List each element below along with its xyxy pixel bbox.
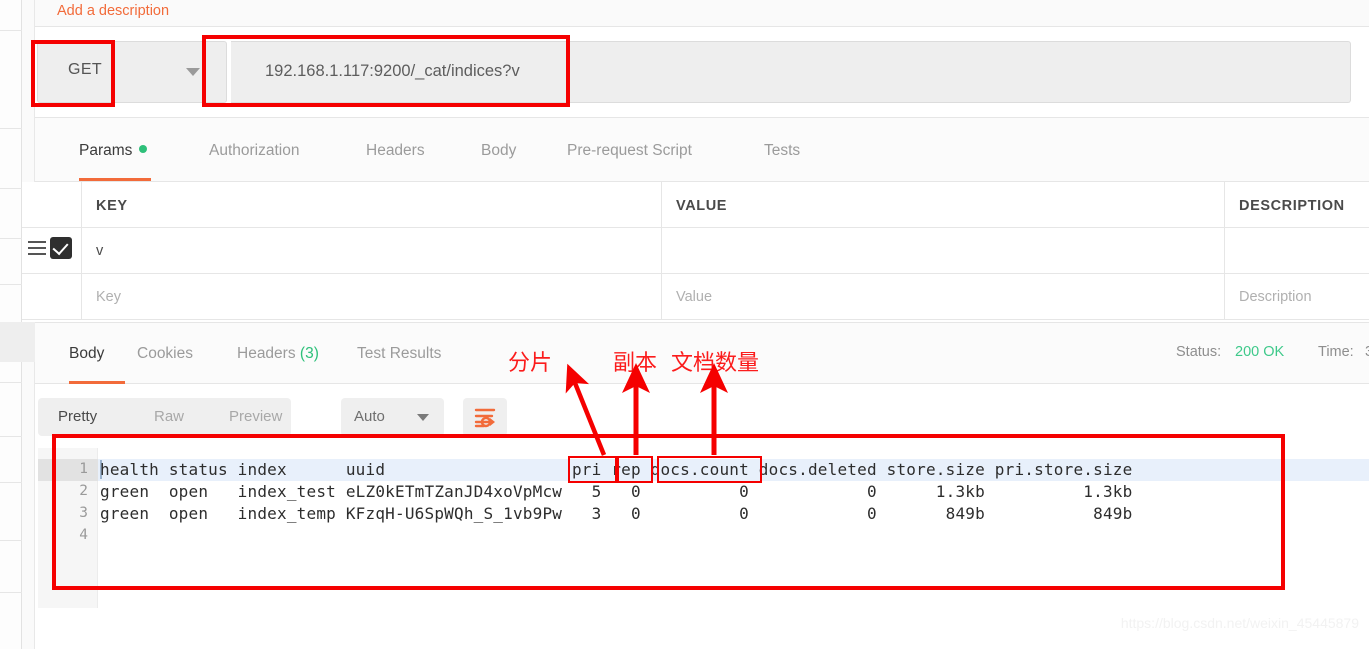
params-header-description: DESCRIPTION <box>1225 182 1369 228</box>
tab-params[interactable]: Params <box>79 142 148 160</box>
annotation-box-rep <box>617 456 653 483</box>
params-newrow-value[interactable]: Value <box>662 274 1225 320</box>
add-description-link[interactable]: Add a description <box>57 3 169 19</box>
chevron-down-icon <box>417 414 429 421</box>
view-mode-pretty[interactable]: Pretty <box>58 408 97 425</box>
format-select[interactable]: Auto <box>341 398 444 436</box>
response-headers-count: (3) <box>299 345 319 362</box>
params-header-value: VALUE <box>662 182 1225 228</box>
annotation-label-replica: 副本 <box>613 351 658 376</box>
request-tabs: Params Authorization Headers Body Pre-re… <box>35 118 1369 182</box>
tab-headers[interactable]: Headers <box>366 142 425 160</box>
wrap-lines-button[interactable] <box>463 398 507 436</box>
response-tab-body[interactable]: Body <box>69 345 104 363</box>
row-drag-handle-icon[interactable] <box>28 241 46 255</box>
time-label: Time: <box>1318 344 1354 360</box>
annotation-box-url <box>202 35 570 107</box>
response-tab-headers[interactable]: Headers (3) <box>237 345 319 363</box>
params-header-spacer <box>22 182 82 228</box>
params-header-value-label: VALUE <box>676 198 728 214</box>
params-row-key[interactable]: v <box>82 228 662 274</box>
tab-body[interactable]: Body <box>481 142 516 160</box>
params-table: KEY VALUE DESCRIPTION v Key Value Descri… <box>22 182 1369 322</box>
param-enabled-checkbox[interactable] <box>50 237 72 259</box>
annotation-label-doc-count: 文档数量 <box>671 351 760 376</box>
view-mode-group: Pretty Raw Preview <box>38 398 291 436</box>
response-tab-test-results[interactable]: Test Results <box>357 345 441 363</box>
annotation-box-docs-count <box>657 456 762 483</box>
active-tab-underline <box>79 178 151 181</box>
annotation-box-pri <box>568 456 617 483</box>
params-header-key: KEY <box>82 182 662 228</box>
params-newrow-description-placeholder: Description <box>1239 289 1312 305</box>
tab-tests[interactable]: Tests <box>764 142 800 160</box>
postman-screenshot: Add a description GET 192.168.1.117:9200… <box>0 0 1369 649</box>
params-row-key-value: v <box>96 243 104 259</box>
params-row-value[interactable] <box>662 228 1225 274</box>
tab-pre-request-script[interactable]: Pre-request Script <box>567 142 692 160</box>
status-label: Status: <box>1176 344 1222 360</box>
chevron-down-icon <box>186 68 200 76</box>
time-value: 3 <box>1365 344 1369 360</box>
tab-authorization[interactable]: Authorization <box>209 142 299 160</box>
params-newrow-description[interactable]: Description <box>1225 274 1369 320</box>
response-tabs-gutter <box>0 322 35 362</box>
response-tab-headers-label: Headers <box>237 345 296 362</box>
wrap-arrow-icon <box>490 418 495 426</box>
watermark: https://blog.csdn.net/weixin_45445879 <box>1120 615 1359 631</box>
annotation-label-shard: 分片 <box>508 351 553 376</box>
params-newrow-key-placeholder: Key <box>96 289 121 305</box>
format-select-value: Auto <box>354 408 385 425</box>
status-value: 200 OK <box>1235 344 1285 360</box>
unsaved-dot-icon <box>139 145 148 153</box>
response-active-tab-underline <box>69 381 125 384</box>
view-mode-raw[interactable]: Raw <box>154 408 184 425</box>
wrap-lines-icon <box>474 408 496 428</box>
params-header-description-label: DESCRIPTION <box>1239 198 1345 214</box>
params-header-key-label: KEY <box>96 198 128 214</box>
params-newrow-controls <box>22 274 82 320</box>
description-bar: Add a description <box>35 0 1369 27</box>
tab-params-label: Params <box>79 142 133 159</box>
view-mode-preview[interactable]: Preview <box>229 408 282 425</box>
annotation-box-method <box>31 40 115 107</box>
params-newrow-value-placeholder: Value <box>676 289 713 305</box>
response-tab-cookies[interactable]: Cookies <box>137 345 193 363</box>
params-row-description[interactable] <box>1225 228 1369 274</box>
params-newrow-key[interactable]: Key <box>82 274 662 320</box>
